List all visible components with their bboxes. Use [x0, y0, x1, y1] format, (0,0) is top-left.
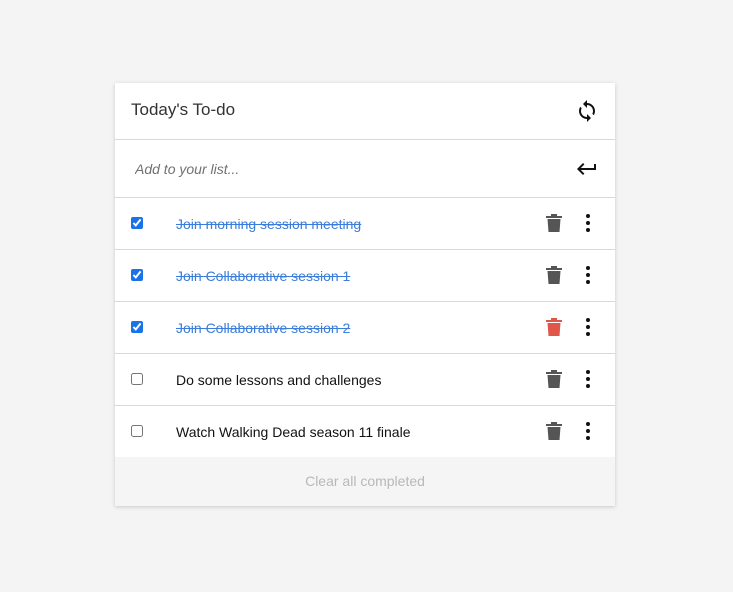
todo-label[interactable]: Do some lessons and challenges — [176, 372, 381, 388]
trash-icon[interactable] — [545, 213, 563, 233]
todo-footer: Clear all completed — [115, 457, 615, 506]
more-options-icon[interactable] — [580, 265, 596, 285]
todo-list: Join morning session meeting Join Collab… — [115, 198, 615, 458]
todo-checkbox[interactable] — [131, 425, 143, 437]
todo-label[interactable]: Watch Walking Dead season 11 finale — [176, 424, 411, 440]
trash-icon[interactable] — [545, 317, 563, 337]
todo-header: Today's To-do — [115, 83, 615, 140]
page-title: Today's To-do — [131, 100, 236, 119]
todo-item: Do some lessons and challenges — [115, 354, 615, 406]
enter-return-icon[interactable] — [575, 157, 599, 181]
trash-icon[interactable] — [545, 265, 563, 285]
todo-item: Join Collaborative session 2 — [115, 302, 615, 354]
todo-checkbox[interactable] — [131, 269, 143, 281]
todo-checkbox[interactable] — [131, 373, 143, 385]
more-options-icon[interactable] — [580, 317, 596, 337]
add-item-row — [115, 140, 615, 198]
clear-completed-button[interactable]: Clear all completed — [115, 457, 615, 506]
todo-checkbox[interactable] — [131, 321, 143, 333]
add-item-input[interactable] — [135, 158, 555, 180]
todo-label[interactable]: Join Collaborative session 2 — [176, 320, 350, 336]
todo-item: Join morning session meeting — [115, 198, 615, 250]
todo-item: Watch Walking Dead season 11 finale — [115, 406, 615, 458]
todo-label[interactable]: Join Collaborative session 1 — [176, 268, 350, 284]
todo-checkbox[interactable] — [131, 217, 143, 229]
todo-card: Today's To-do Join morning session meeti… — [115, 83, 615, 506]
more-options-icon[interactable] — [580, 369, 596, 389]
more-options-icon[interactable] — [580, 213, 596, 233]
todo-label[interactable]: Join morning session meeting — [176, 216, 361, 232]
refresh-icon[interactable] — [575, 99, 599, 123]
trash-icon[interactable] — [545, 421, 563, 441]
trash-icon[interactable] — [545, 369, 563, 389]
more-options-icon[interactable] — [580, 421, 596, 441]
todo-item: Join Collaborative session 1 — [115, 250, 615, 302]
